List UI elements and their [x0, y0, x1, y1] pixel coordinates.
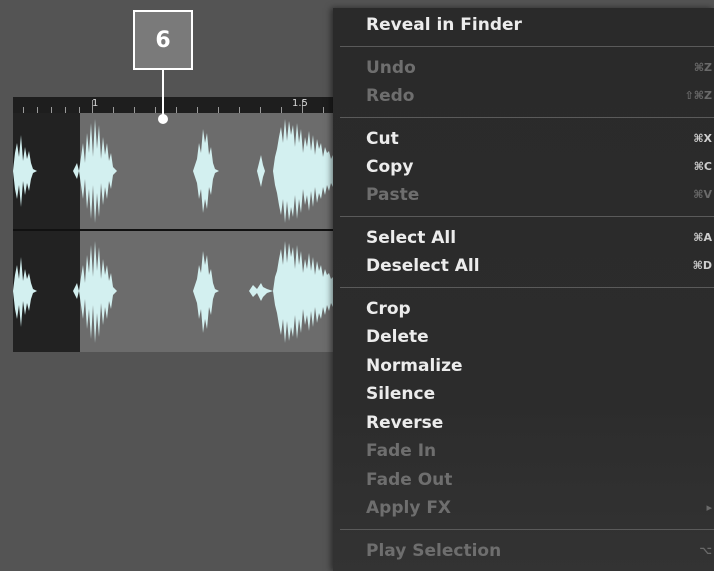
- shortcut-label: ⌘X: [693, 132, 712, 145]
- shortcut-label: ⌘Z: [693, 61, 712, 74]
- menu-item-label: Select All: [366, 228, 457, 248]
- menu-item-label: Delete: [366, 327, 429, 347]
- menu-item-reveal-in-finder[interactable]: Reveal in Finder: [366, 12, 714, 38]
- menu-item-deselect-all[interactable]: Deselect All ⌘D: [366, 253, 714, 279]
- menu-item-reverse[interactable]: Reverse: [366, 410, 714, 436]
- menu-separator: [340, 216, 714, 217]
- menu-item-silence[interactable]: Silence: [366, 381, 714, 407]
- menu-item-label: Normalize: [366, 356, 463, 376]
- menu-item-label: Reverse: [366, 413, 444, 433]
- menu-item-label: Fade Out: [366, 470, 453, 490]
- menu-item-label: Reveal in Finder: [366, 15, 522, 35]
- menu-item-label: Undo: [366, 58, 416, 78]
- menu-item-select-all[interactable]: Select All ⌘A: [366, 225, 714, 251]
- menu-item-label: Deselect All: [366, 256, 480, 276]
- shortcut-label: ⌘D: [692, 259, 712, 272]
- submenu-arrow-icon: ▸: [706, 501, 712, 514]
- menu-separator: [340, 117, 714, 118]
- menu-item-label: Paste: [366, 185, 420, 205]
- waveform-left-channel: [13, 119, 333, 223]
- menu-item-delete[interactable]: Delete: [366, 324, 714, 350]
- callout-pointer-dot: [158, 114, 168, 124]
- menu-item-label: Play Selection: [366, 541, 502, 561]
- ruler-label: 1: [92, 98, 99, 109]
- time-ruler[interactable]: 1 1.5: [13, 97, 333, 113]
- menu-separator: [340, 287, 714, 288]
- shortcut-label: ⌘C: [693, 160, 712, 173]
- menu-item-label: Redo: [366, 86, 415, 106]
- menu-item-fade-in[interactable]: Fade In: [366, 438, 714, 464]
- callout-pointer-line: [162, 70, 164, 118]
- menu-item-redo[interactable]: Redo ⇧⌘Z: [366, 83, 714, 109]
- menu-item-label: Silence: [366, 384, 436, 404]
- menu-item-label: Crop: [366, 299, 411, 319]
- menu-item-cut[interactable]: Cut ⌘X: [366, 126, 714, 152]
- waveform-right-channel: [13, 241, 333, 343]
- menu-item-undo[interactable]: Undo ⌘Z: [366, 55, 714, 81]
- menu-item-apply-fx[interactable]: Apply FX ▸: [366, 495, 714, 521]
- context-menu: Reveal in Finder Undo ⌘Z Redo ⇧⌘Z Cut ⌘X…: [333, 8, 714, 571]
- menu-separator: [340, 46, 714, 47]
- menu-item-label: Copy: [366, 157, 414, 177]
- shortcut-label: ⌘A: [693, 231, 712, 244]
- menu-item-fade-out[interactable]: Fade Out: [366, 467, 714, 493]
- shortcut-label: ⌘V: [693, 188, 712, 201]
- ruler-label: 1.5: [292, 98, 308, 109]
- menu-item-crop[interactable]: Crop: [366, 296, 714, 322]
- shortcut-label: ⌥: [699, 544, 712, 557]
- menu-item-paste[interactable]: Paste ⌘V: [366, 182, 714, 208]
- menu-item-label: Apply FX: [366, 498, 452, 518]
- menu-item-normalize[interactable]: Normalize: [366, 353, 714, 379]
- menu-separator: [340, 529, 714, 530]
- menu-item-label: Fade In: [366, 441, 437, 461]
- menu-item-copy[interactable]: Copy ⌘C: [366, 154, 714, 180]
- waveform-editor[interactable]: 1 1.5: [13, 97, 333, 352]
- menu-item-play-selection[interactable]: Play Selection ⌥: [366, 538, 714, 564]
- shortcut-label: ⇧⌘Z: [684, 89, 712, 102]
- menu-item-label: Cut: [366, 129, 399, 149]
- callout-badge: 6: [133, 10, 193, 70]
